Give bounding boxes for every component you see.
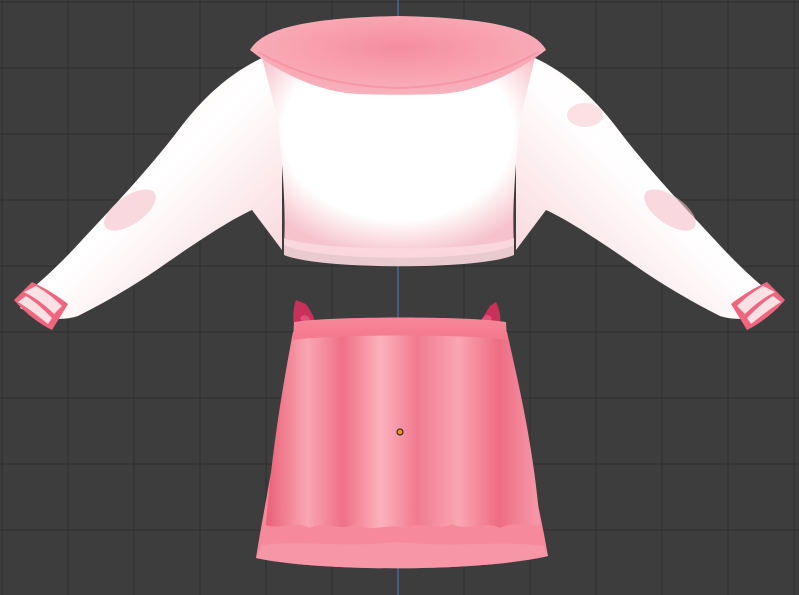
object-origin-point[interactable] xyxy=(396,428,404,436)
left-sleeve xyxy=(20,58,282,319)
3d-viewport[interactable] xyxy=(0,0,799,595)
shirt-mesh[interactable] xyxy=(14,16,785,330)
skirt-body xyxy=(266,332,540,529)
right-sleeve xyxy=(516,58,778,319)
